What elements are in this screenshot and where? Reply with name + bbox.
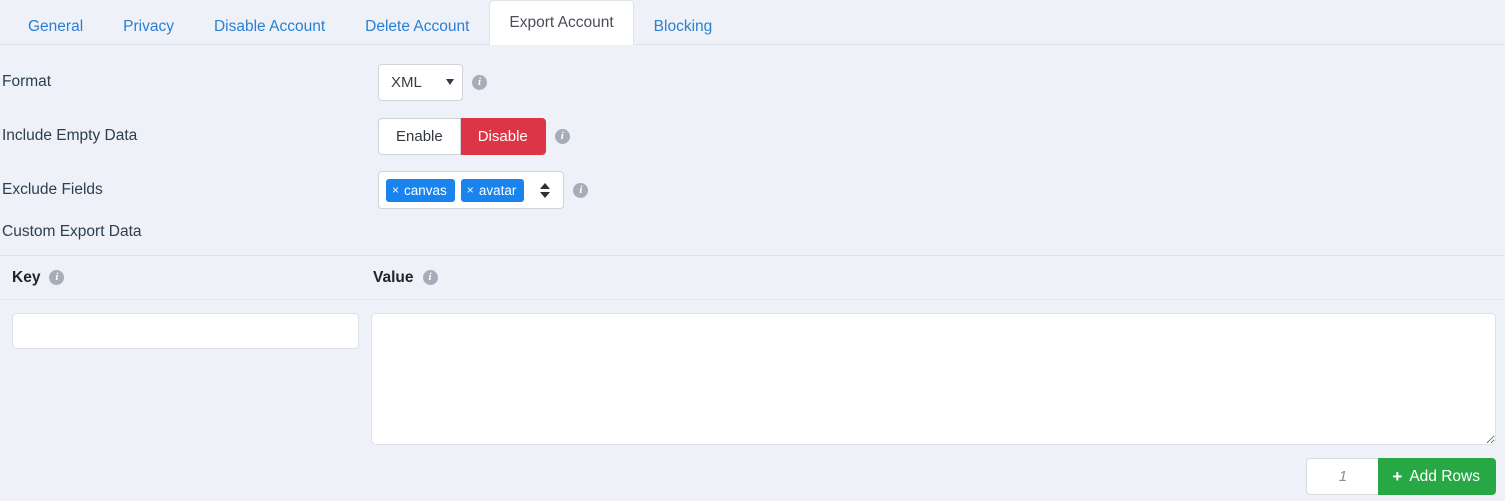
include-empty-data-row: Include Empty Data Enable Disable i <box>0 109 1505 163</box>
remove-tag-icon[interactable]: × <box>392 183 399 197</box>
plus-icon: + <box>1392 467 1403 486</box>
settings-tabbar: General Privacy Disable Account Delete A… <box>0 0 1505 45</box>
format-control: XML i <box>378 63 487 101</box>
export-account-form: Format XML i Include Empty Data Enable D… <box>0 45 1505 445</box>
tag-canvas[interactable]: × canvas <box>386 178 455 202</box>
key-column-header: Key i <box>0 269 371 287</box>
tab-delete-account[interactable]: Delete Account <box>345 7 489 45</box>
tag-avatar-label: avatar <box>478 182 517 198</box>
value-header-label: Value <box>373 268 414 286</box>
remove-tag-icon[interactable]: × <box>467 183 474 197</box>
tag-canvas-label: canvas <box>404 182 447 198</box>
key-cell <box>0 313 371 445</box>
enable-button[interactable]: Enable <box>378 117 461 155</box>
rows-count-input[interactable] <box>1306 458 1379 495</box>
custom-export-data-title: Custom Export Data <box>2 223 142 240</box>
tab-export-account[interactable]: Export Account <box>489 0 634 45</box>
tab-general[interactable]: General <box>8 7 103 45</box>
value-info-icon[interactable]: i <box>422 270 438 285</box>
include-empty-data-label: Include Empty Data <box>2 127 138 144</box>
tab-privacy[interactable]: Privacy <box>103 7 194 45</box>
key-info-icon[interactable]: i <box>49 270 65 285</box>
include-empty-data-info-icon[interactable]: i <box>554 128 570 144</box>
chevron-down-icon <box>446 79 454 85</box>
exclude-fields-label: Exclude Fields <box>2 181 103 198</box>
value-cell <box>371 313 1505 445</box>
add-rows-button[interactable]: + Add Rows <box>1378 458 1496 495</box>
format-select[interactable]: XML <box>378 63 463 101</box>
format-info-icon[interactable]: i <box>472 74 487 90</box>
value-textarea[interactable] <box>371 313 1496 445</box>
tab-blocking[interactable]: Blocking <box>634 7 733 45</box>
exclude-fields-info-icon[interactable]: i <box>573 182 589 198</box>
exclude-fields-row: Exclude Fields × canvas × avatar i <box>0 163 1505 217</box>
custom-export-table-header: Key i Value i <box>0 255 1505 300</box>
include-empty-data-control: Enable Disable i <box>378 117 570 155</box>
format-row: Format XML i <box>0 55 1505 109</box>
key-header-label: Key <box>12 268 41 286</box>
format-select-value: XML <box>391 73 422 91</box>
exclude-fields-multiselect[interactable]: × canvas × avatar <box>378 171 565 209</box>
tab-disable-account[interactable]: Disable Account <box>194 7 345 45</box>
caret-up-icon <box>540 182 551 189</box>
custom-export-table-row <box>0 300 1505 445</box>
tag-avatar[interactable]: × avatar <box>460 178 525 202</box>
value-column-header: Value i <box>371 269 438 287</box>
include-empty-data-toggle: Enable Disable <box>378 117 546 155</box>
add-rows-bar: + Add Rows <box>1306 458 1496 495</box>
updown-stepper-icon[interactable] <box>530 182 557 198</box>
exclude-fields-control: × canvas × avatar i <box>378 171 589 209</box>
disable-button[interactable]: Disable <box>460 117 546 155</box>
caret-down-icon <box>540 191 551 198</box>
add-rows-label: Add Rows <box>1409 467 1480 485</box>
format-label: Format <box>2 73 52 90</box>
key-input[interactable] <box>12 313 359 349</box>
